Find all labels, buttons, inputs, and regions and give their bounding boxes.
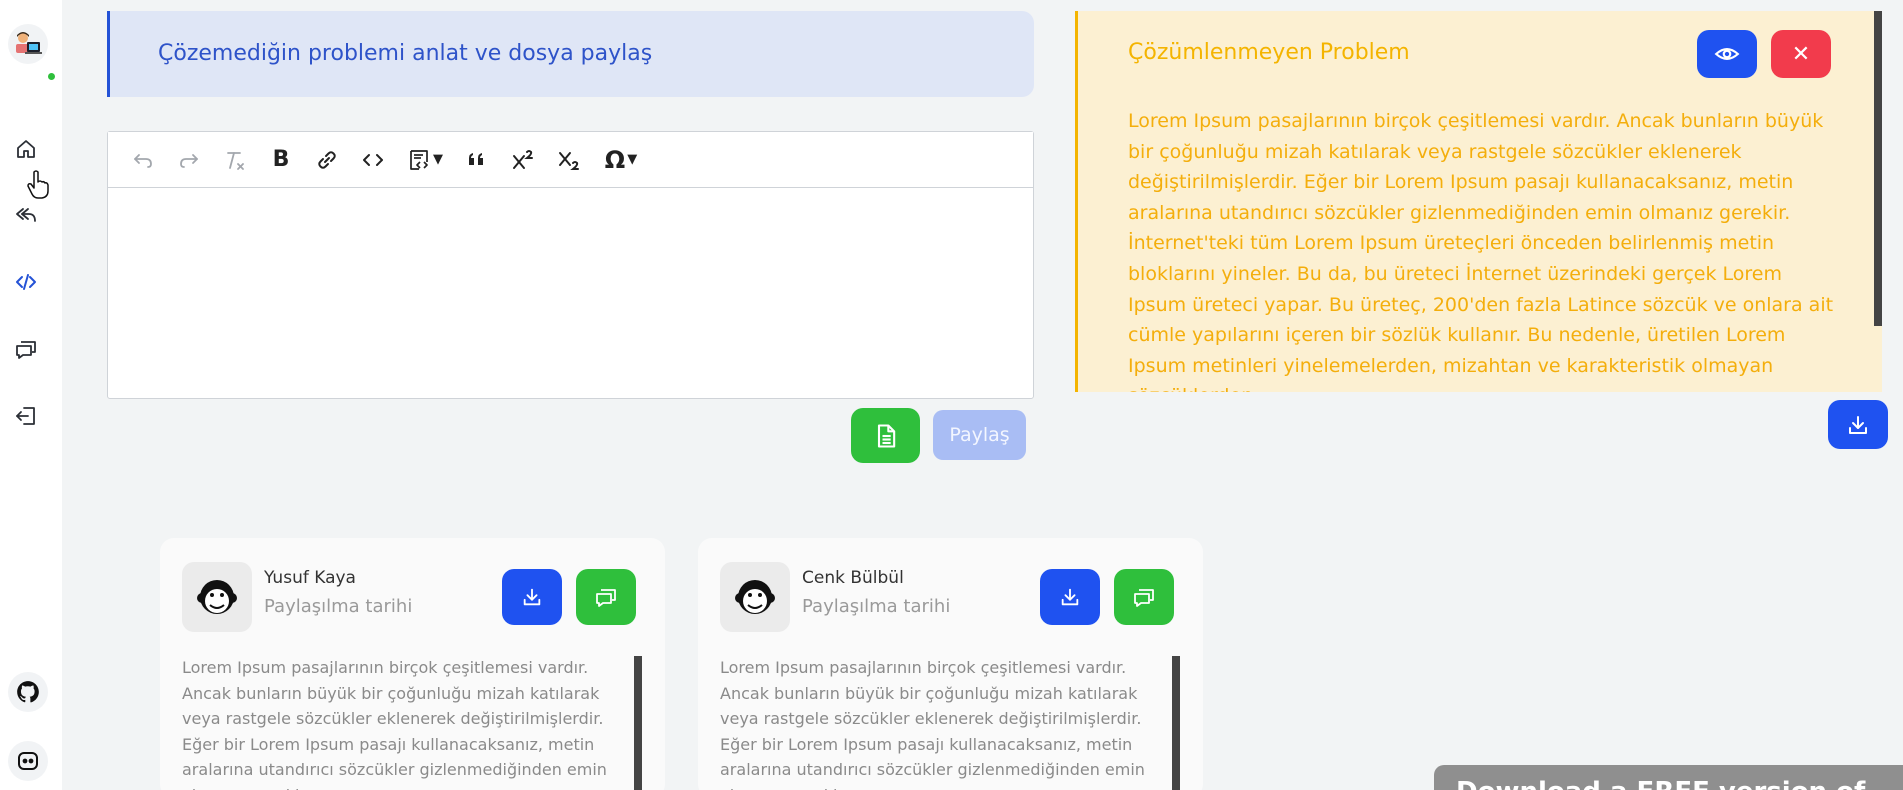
hand-cursor-icon [27, 170, 49, 199]
attach-file-button[interactable] [851, 408, 920, 463]
redo-icon[interactable] [166, 140, 212, 180]
code-icon[interactable] [13, 269, 39, 295]
developer-avatar-icon [16, 32, 42, 54]
promo-text: Download a FREE version of [1456, 777, 1865, 790]
author-name: Cenk Bülbül [802, 568, 904, 588]
eye-icon [1714, 48, 1740, 60]
page-title: Çözemediğin problemi anlat ve dosya payl… [158, 41, 653, 66]
bold-icon[interactable]: B [258, 140, 304, 180]
discord-icon[interactable] [8, 741, 48, 781]
close-icon: ✕ [1791, 41, 1811, 67]
chevron-down-icon: ▼ [627, 152, 638, 167]
avatar [182, 562, 252, 632]
share-button[interactable]: Paylaş [933, 410, 1026, 460]
code-icon[interactable] [350, 140, 396, 180]
download-icon [1061, 588, 1079, 606]
solution-text: Lorem Ipsum pasajlarının birçok çeşitlem… [182, 658, 607, 790]
download-button[interactable] [1040, 569, 1100, 625]
reply-icon[interactable] [13, 202, 39, 228]
close-button[interactable]: ✕ [1771, 30, 1831, 78]
author-name: Yusuf Kaya [264, 568, 356, 588]
solution-card: Cenk Bülbül Paylaşılma tarihi Lorem Ipsu… [698, 538, 1203, 790]
download-button[interactable] [502, 569, 562, 625]
monkey-avatar-icon [197, 580, 237, 614]
download-button[interactable] [1828, 400, 1888, 449]
document-icon [877, 423, 895, 448]
editor-toolbar: B ▼ Ω ▼ [108, 132, 1033, 188]
undo-icon[interactable] [120, 140, 166, 180]
chat-icon[interactable] [13, 336, 39, 362]
header-banner: Çözemediğin problemi anlat ve dosya payl… [107, 11, 1034, 97]
chat-button[interactable] [1114, 569, 1174, 625]
rich-text-editor: B ▼ Ω ▼ [107, 131, 1034, 399]
scrollbar[interactable] [1172, 656, 1180, 790]
home-icon[interactable] [13, 136, 39, 162]
monkey-avatar-icon [735, 580, 775, 614]
solution-text: Lorem Ipsum pasajlarının birçok çeşitlem… [720, 658, 1145, 790]
view-button[interactable] [1697, 30, 1757, 78]
github-icon[interactable] [8, 672, 48, 712]
clear-format-icon[interactable] [212, 140, 258, 180]
share-date: Paylaşılma tarihi [802, 596, 951, 617]
subscript-icon[interactable] [546, 140, 592, 180]
chevron-down-icon: ▼ [433, 152, 443, 167]
special-char-icon[interactable]: Ω ▼ [592, 140, 650, 180]
quote-icon[interactable] [454, 140, 500, 180]
chat-icon [596, 589, 616, 607]
logout-icon[interactable] [13, 403, 39, 429]
user-avatar[interactable] [8, 24, 48, 64]
unsolved-problem-panel: Çözümlenmeyen Problem Lorem Ipsum pasajl… [1075, 11, 1882, 392]
avatar [720, 562, 790, 632]
solution-card: Yusuf Kaya Paylaşılma tarihi Lorem Ipsum… [160, 538, 665, 790]
chat-icon [1134, 589, 1154, 607]
download-icon [1849, 415, 1867, 434]
superscript-icon[interactable] [500, 140, 546, 180]
scrollbar[interactable] [634, 656, 642, 790]
editor-content-area[interactable] [108, 188, 1033, 398]
promo-overlay[interactable]: Download a FREE version of [1434, 765, 1903, 790]
problem-text: Lorem Ipsum pasajlarının birçok çeşitlem… [1128, 110, 1834, 392]
chat-button[interactable] [576, 569, 636, 625]
share-date: Paylaşılma tarihi [264, 596, 413, 617]
scrollbar[interactable] [1874, 11, 1882, 326]
link-icon[interactable] [304, 140, 350, 180]
problem-title: Çözümlenmeyen Problem [1128, 40, 1410, 65]
sidebar [0, 0, 62, 790]
code-block-icon[interactable]: ▼ [396, 140, 454, 180]
online-status-indicator [46, 71, 57, 82]
download-icon [523, 588, 541, 606]
